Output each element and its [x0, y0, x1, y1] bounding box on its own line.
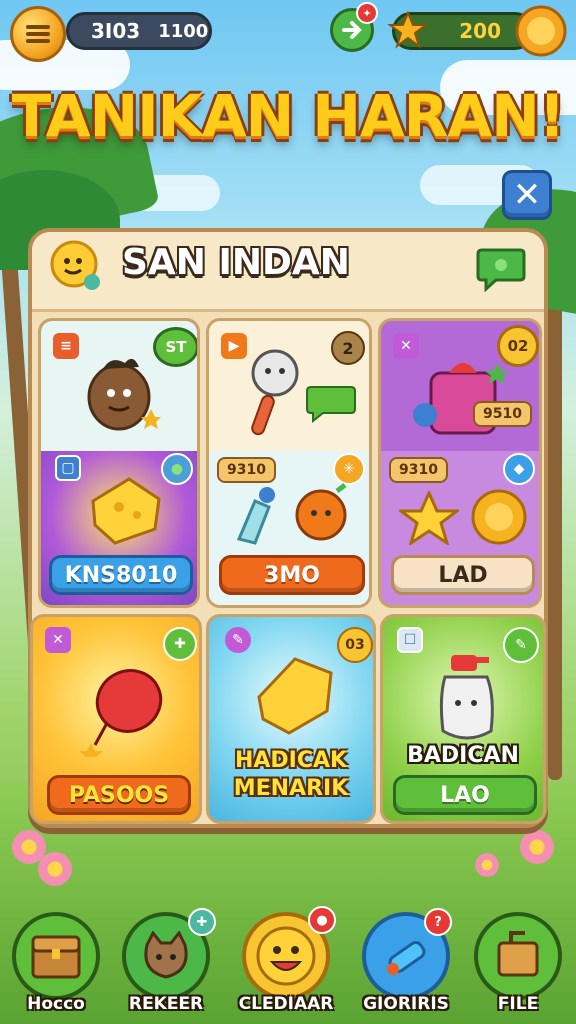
currency-value-2: 1100 [158, 20, 209, 42]
cheese-item-icon [85, 471, 165, 547]
smiley-icon [256, 926, 316, 986]
card-5-label: HADICAK MENARIK [233, 748, 349, 801]
soap-bottle-character-icon [431, 647, 503, 747]
category-icon: ✎ [225, 627, 251, 653]
close-icon: ✕ [512, 175, 542, 215]
flower-decoration [38, 852, 72, 886]
checkbox-icon: ☐ [397, 627, 423, 653]
card-badge: 03 [337, 627, 373, 663]
card-2-buy-button[interactable]: 3MO [219, 555, 365, 595]
chat-icon [476, 248, 526, 293]
nav-home[interactable]: Hocco [8, 912, 104, 1024]
bottle-item-icon [229, 481, 289, 547]
card-badge: ✎ [503, 627, 539, 663]
close-button[interactable]: ✕ [502, 170, 552, 220]
chest-icon [31, 935, 81, 979]
sun-item-icon [467, 485, 531, 549]
category-icon: ≡ [53, 333, 79, 359]
nav-label: FILE [497, 994, 539, 1014]
nav-cleaner[interactable]: ● CLEDIAAR [238, 906, 336, 1024]
price-tag: 9310 [217, 457, 276, 483]
star-currency-value: 200 [459, 19, 501, 43]
chat-bubble-icon [305, 383, 357, 424]
panel-title: SAN INDAN [122, 242, 350, 283]
card-6-buy-button[interactable]: LAO [393, 775, 537, 815]
shop-card-6[interactable]: ☐ ✎ BADICAN LAO [380, 614, 546, 824]
card-6-label: BADICAN [407, 743, 519, 768]
nav-rekeer[interactable]: ✚ REKEER [118, 908, 216, 1024]
card-4-buy-button[interactable]: PASOOS [47, 775, 191, 815]
star-icon [386, 10, 430, 50]
notification-badge: ✚ [188, 908, 216, 936]
page-title: TANIKAN HARAN! [11, 82, 566, 150]
star-item-icon [396, 489, 462, 547]
menu-button[interactable] [10, 6, 66, 62]
nav-label: GIORIRIS [363, 994, 449, 1014]
price-tag: 9310 [389, 457, 448, 483]
crate-icon [497, 931, 539, 977]
shop-card-5[interactable]: ✎ 03 HADICAK MENARIK [206, 614, 376, 824]
card-3-buy-button[interactable]: LAD [391, 555, 535, 595]
shop-card-4[interactable]: ✕ ✚ PASOOS [30, 614, 202, 824]
nav-label: REKEER [128, 994, 204, 1014]
nav-file[interactable]: FILE [470, 912, 566, 1024]
card-badge: ✚ [163, 627, 197, 661]
gem-icon: ◆ [503, 453, 535, 485]
sun-icon [515, 5, 567, 57]
orange-character-icon [293, 481, 353, 541]
currency-display-left: 3I03 1100 [66, 12, 212, 50]
price-tag: 9510 [473, 401, 532, 427]
flower-decoration [520, 830, 554, 864]
cat-face-icon [144, 931, 188, 979]
add-currency-button[interactable] [514, 4, 568, 58]
notification-badge: ? [424, 908, 452, 936]
cheese-star-item-icon [249, 653, 341, 739]
card-badge: 2 [331, 331, 365, 365]
microphone-character-icon [239, 345, 309, 441]
nav-label: Hocco [27, 994, 85, 1014]
currency-value-1: 3I03 [91, 19, 141, 43]
menu-icon [26, 25, 50, 43]
shop-card-2[interactable]: ▶ 2 9310 ✳ 3MO [206, 318, 372, 608]
card-1-buy-button[interactable]: KNS8010 [49, 555, 193, 595]
potato-character-icon [81, 343, 161, 433]
category-icon-2: ▢ [55, 455, 81, 481]
shop-card-3[interactable]: ✕ 02 9510 9310 ◆ LAD [378, 318, 542, 608]
shop-card-1[interactable]: ≡ ST ▢ ● KNS8010 [38, 318, 200, 608]
chat-button[interactable] [476, 246, 526, 293]
flower-decoration [475, 853, 499, 877]
balloon-item-icon [77, 661, 167, 763]
pencil-icon [387, 940, 426, 975]
nav-gioriris[interactable]: ? GIORIRIS [358, 908, 454, 1024]
notification-dot: ✦ [356, 2, 378, 24]
globe-icon: ● [161, 453, 193, 485]
nav-label: CLEDIAAR [238, 994, 334, 1014]
notification-badge: ● [308, 906, 336, 934]
mascot-icon [48, 238, 104, 294]
category-icon: ✕ [45, 627, 71, 653]
